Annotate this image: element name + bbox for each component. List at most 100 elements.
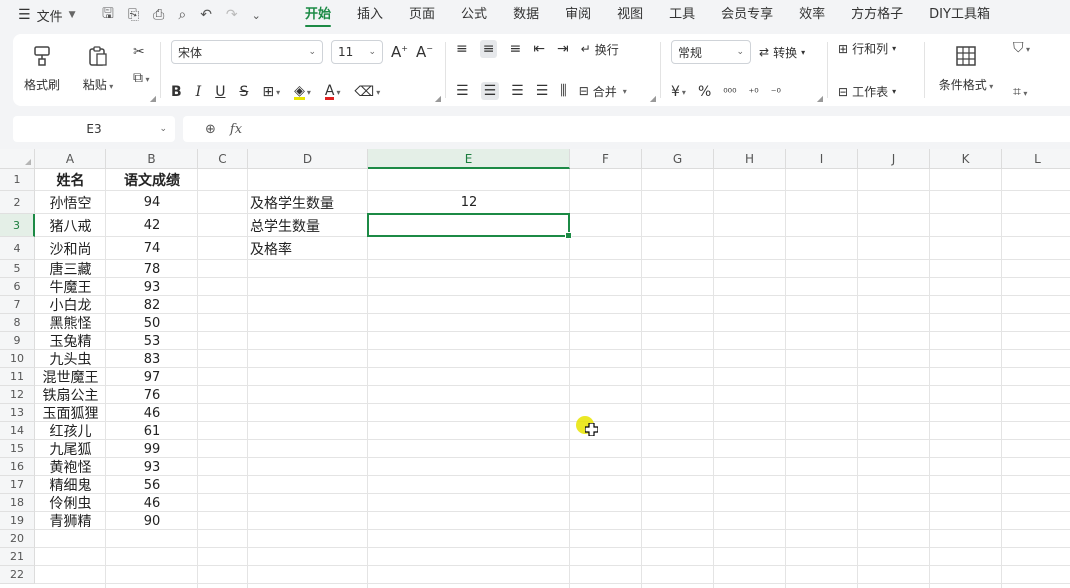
currency-button[interactable]: ¥ ▾ (671, 84, 686, 100)
font-name-select[interactable]: 宋体 ⌄ (171, 40, 323, 64)
student-name-cell[interactable]: 伶俐虫 (35, 494, 106, 512)
paste-button[interactable]: 粘贴 ▾ (77, 40, 119, 93)
border-icon[interactable]: ⊞ ▾ (262, 84, 280, 100)
student-score-cell[interactable]: 42 (106, 214, 198, 237)
row-header-22[interactable]: 22 (0, 566, 35, 584)
row-header-15[interactable]: 15 (0, 440, 35, 458)
fx-icon[interactable]: fx (230, 122, 242, 137)
decrease-decimal-icon[interactable]: ⁻⁰ (771, 86, 781, 99)
distributed-icon[interactable]: ⫼ (560, 83, 566, 99)
justify-icon[interactable]: ☰ (536, 83, 549, 99)
row-header-1[interactable]: 1 (0, 169, 35, 191)
column-header-J[interactable]: J (858, 149, 930, 169)
align-center-icon[interactable]: ☰ (480, 82, 500, 100)
row-header-3[interactable]: 3 (0, 214, 35, 237)
student-score-cell[interactable]: 74 (106, 237, 198, 260)
number-format-select[interactable]: 常规 ⌄ (671, 40, 751, 64)
tab-4[interactable]: 数据 (500, 0, 552, 30)
cell-style-icon[interactable]: ⛉ ▾ (1013, 40, 1047, 56)
strikethrough-button[interactable]: S (239, 84, 248, 100)
student-score-cell[interactable]: 93 (106, 458, 198, 476)
align-middle-icon[interactable]: ≡ (479, 40, 498, 58)
print-icon[interactable]: ⎙ (153, 7, 164, 23)
align-group-expand-icon[interactable]: ◢ (650, 94, 656, 103)
student-name-cell[interactable]: 黑熊怪 (35, 314, 106, 332)
row-header-7[interactable]: 7 (0, 296, 35, 314)
row-header-5[interactable]: 5 (0, 260, 35, 278)
column-header-D[interactable]: D (248, 149, 368, 169)
student-score-cell[interactable]: 46 (106, 404, 198, 422)
student-name-cell[interactable]: 九头虫 (35, 350, 106, 368)
align-top-icon[interactable]: ≡ (456, 41, 468, 57)
pass-rate-label-cell[interactable]: 及格率 (248, 237, 368, 260)
cond-format-button[interactable]: 条件格式 ▾ (931, 40, 1001, 93)
tab-3[interactable]: 公式 (448, 0, 500, 30)
student-score-cell[interactable]: 76 (106, 386, 198, 404)
fill-color-icon[interactable]: ◈ ▾ (294, 84, 311, 100)
row-header-17[interactable]: 17 (0, 476, 35, 494)
student-score-cell[interactable]: 93 (106, 278, 198, 296)
pass-count-value-cell[interactable]: 12 (368, 191, 570, 214)
student-name-cell[interactable]: 精细鬼 (35, 476, 106, 494)
row-header-16[interactable]: 16 (0, 458, 35, 476)
tab-1[interactable]: 插入 (344, 0, 396, 30)
percent-button[interactable]: % (698, 84, 711, 100)
student-name-cell[interactable]: 红孩儿 (35, 422, 106, 440)
student-name-cell[interactable]: 猪八戒 (35, 214, 106, 237)
column-header-C[interactable]: C (198, 149, 248, 169)
column-header-G[interactable]: G (642, 149, 714, 169)
column-header-E[interactable]: E (368, 149, 570, 169)
header-name-cell[interactable]: 姓名 (35, 169, 106, 191)
formula-input[interactable]: ⊕ fx (183, 116, 1070, 142)
student-name-cell[interactable]: 铁扇公主 (35, 386, 106, 404)
bold-button[interactable]: B (171, 84, 182, 100)
undo-icon[interactable]: ↶ (200, 7, 212, 23)
outdent-icon[interactable]: ⇤ (533, 41, 545, 57)
italic-button[interactable]: I (196, 84, 202, 100)
select-all-corner[interactable] (0, 149, 35, 169)
align-bottom-icon[interactable]: ≡ (509, 41, 521, 57)
font-color-icon[interactable]: A ▾ (324, 84, 340, 100)
row-header-18[interactable]: 18 (0, 494, 35, 512)
row-header-6[interactable]: 6 (0, 278, 35, 296)
row-header-12[interactable]: 12 (0, 386, 35, 404)
tab-0[interactable]: 开始 (292, 0, 344, 30)
wrap-text-button[interactable]: ↵ 换行 (581, 41, 619, 58)
align-right-icon[interactable]: ☰ (511, 83, 524, 99)
decrease-font-icon[interactable]: A− (416, 43, 433, 61)
row-header-13[interactable]: 13 (0, 404, 35, 422)
student-score-cell[interactable]: 78 (106, 260, 198, 278)
format-painter-button[interactable]: 格式刷 (21, 40, 63, 93)
row-header-10[interactable]: 10 (0, 350, 35, 368)
format-painter-icon[interactable]: ⎘ (128, 7, 139, 23)
student-score-cell[interactable]: 50 (106, 314, 198, 332)
print-preview-icon[interactable]: ⌕ (178, 7, 186, 23)
name-box[interactable]: E3 ⌄ (13, 116, 175, 142)
scissors-icon[interactable]: ✂ (133, 44, 150, 60)
merge-button[interactable]: ⊟ 合并 ▾ (579, 83, 627, 100)
row-header-19[interactable]: 19 (0, 512, 35, 530)
row-header-8[interactable]: 8 (0, 314, 35, 332)
more-chevron-icon[interactable]: ⌄ (252, 9, 261, 22)
student-score-cell[interactable]: 83 (106, 350, 198, 368)
student-name-cell[interactable]: 牛魔王 (35, 278, 106, 296)
convert-button[interactable]: ⇄ 转换 ▾ (759, 44, 805, 61)
student-name-cell[interactable]: 孙悟空 (35, 191, 106, 214)
row-header-2[interactable]: 2 (0, 191, 35, 214)
number-group-expand-icon[interactable]: ◢ (817, 94, 823, 103)
row-header-11[interactable]: 11 (0, 368, 35, 386)
student-score-cell[interactable]: 46 (106, 494, 198, 512)
zoom-icon[interactable]: ⊕ (205, 122, 216, 137)
worksheet-button[interactable]: ⊟ 工作表 ▾ (838, 83, 914, 100)
font-group-expand-icon[interactable]: ◢ (435, 94, 441, 103)
tab-9[interactable]: 效率 (786, 0, 838, 30)
column-header-A[interactable]: A (35, 149, 106, 169)
row-header-9[interactable]: 9 (0, 332, 35, 350)
student-score-cell[interactable]: 90 (106, 512, 198, 530)
student-name-cell[interactable]: 小白龙 (35, 296, 106, 314)
row-header-14[interactable]: 14 (0, 422, 35, 440)
row-header-20[interactable]: 20 (0, 530, 35, 548)
row-col-button[interactable]: ⊞ 行和列 ▾ (838, 40, 914, 57)
row-header-4[interactable]: 4 (0, 237, 35, 260)
student-name-cell[interactable]: 黄袍怪 (35, 458, 106, 476)
